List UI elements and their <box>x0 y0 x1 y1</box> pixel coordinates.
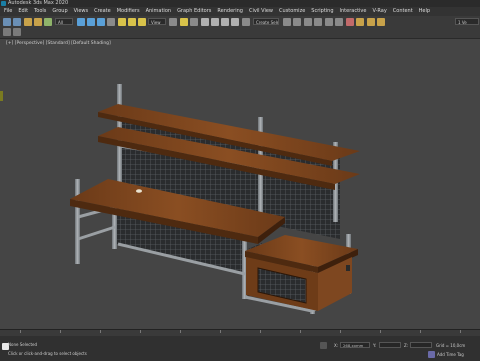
selection-filter-dropdown[interactable]: All <box>55 18 73 25</box>
edit-named-selection-icon[interactable] <box>242 18 250 26</box>
schematic-view-icon[interactable] <box>335 18 343 26</box>
scale-icon[interactable] <box>138 18 146 26</box>
select-by-name-icon[interactable] <box>87 18 95 26</box>
timeline-track[interactable] <box>0 330 480 336</box>
bind-space-warp-icon[interactable] <box>44 18 52 26</box>
menu-edit[interactable]: Edit <box>18 7 28 16</box>
unlink-icon[interactable] <box>34 18 42 26</box>
menu-animation[interactable]: Animation <box>146 7 172 16</box>
x-coordinate-field[interactable]: 268,xxmm <box>340 342 370 348</box>
rotate-icon[interactable] <box>128 18 136 26</box>
spinner-snap-icon[interactable] <box>231 18 239 26</box>
keyboard-shortcut-override-icon[interactable] <box>190 18 198 26</box>
grid-size: Grid = 10,0cm <box>436 343 466 348</box>
front-left-leg <box>75 179 80 264</box>
move-icon[interactable] <box>118 18 126 26</box>
perspective-viewport[interactable]: [+] [Perspective] [Standard] [Default Sh… <box>0 39 480 329</box>
menu-group[interactable]: Group <box>52 7 67 16</box>
render-setup-icon[interactable] <box>356 18 364 26</box>
layer-explorer-icon[interactable] <box>304 18 312 26</box>
material-editor-icon[interactable] <box>346 18 354 26</box>
pivot-point-icon[interactable] <box>169 18 177 26</box>
toolbar-row2-icon-2[interactable] <box>13 28 21 36</box>
undo-icon[interactable] <box>3 18 11 26</box>
toolbar-row2-icon-1[interactable] <box>3 28 11 36</box>
y-coordinate-field[interactable] <box>379 342 401 348</box>
menu-create[interactable]: Create <box>94 7 111 16</box>
title-bar: Autodesk 3ds Max 2020 <box>0 0 480 7</box>
left-side-lower-rail <box>77 225 116 241</box>
menu-civil-view[interactable]: Civil View <box>249 7 273 16</box>
mirror-icon[interactable] <box>283 18 291 26</box>
percent-snap-icon[interactable] <box>221 18 229 26</box>
desk-small-object <box>136 189 142 193</box>
cabinet-side-fixture <box>346 265 350 271</box>
absolute-mode-icon[interactable] <box>320 342 327 349</box>
x-label: X: <box>334 343 339 348</box>
main-toolbar: All View Create Selection Se 1 Ve <box>0 16 480 39</box>
toggle-ribbon-icon[interactable] <box>314 18 322 26</box>
menu-modifiers[interactable]: Modifiers <box>117 7 140 16</box>
menu-bar: File Edit Tools Group Views Create Modif… <box>0 7 480 16</box>
menu-file[interactable]: File <box>4 7 12 16</box>
selection-status: None Selected <box>8 342 38 347</box>
menu-vray[interactable]: V-Ray <box>372 7 386 16</box>
prompt-line: Click or click-and-drag to select object… <box>8 351 87 356</box>
render-production-icon[interactable] <box>377 18 385 26</box>
menu-interactive[interactable]: Interactive <box>340 7 367 16</box>
menu-rendering[interactable]: Rendering <box>217 7 243 16</box>
y-label: Y: <box>373 343 377 348</box>
time-tag-icon[interactable] <box>428 351 435 358</box>
status-bar: None Selected Click or click-and-drag to… <box>0 329 480 361</box>
rectangular-selection-icon[interactable] <box>97 18 105 26</box>
menu-content[interactable]: Content <box>393 7 413 16</box>
z-coordinate-field[interactable] <box>410 342 432 348</box>
z-label: Z: <box>404 343 409 348</box>
window-title: Autodesk 3ds Max 2020 <box>8 0 69 6</box>
add-time-tag-button[interactable]: Add Time Tag <box>437 352 464 357</box>
menu-views[interactable]: Views <box>74 7 88 16</box>
redo-icon[interactable] <box>13 18 21 26</box>
menu-tools[interactable]: Tools <box>34 7 46 16</box>
menu-customize[interactable]: Customize <box>279 7 305 16</box>
menu-graph-editors[interactable]: Graph Editors <box>177 7 211 16</box>
snaps-toggle-icon[interactable] <box>201 18 209 26</box>
reference-coordinate-dropdown[interactable]: View <box>148 18 166 25</box>
curve-editor-icon[interactable] <box>325 18 333 26</box>
menu-help[interactable]: Help <box>419 7 430 16</box>
link-icon[interactable] <box>24 18 32 26</box>
app-logo-icon <box>1 1 6 6</box>
select-manipulate-icon[interactable] <box>180 18 188 26</box>
select-object-icon[interactable] <box>77 18 85 26</box>
menu-scripting[interactable]: Scripting <box>311 7 333 16</box>
angle-snap-icon[interactable] <box>211 18 219 26</box>
desk-model[interactable] <box>0 39 480 329</box>
named-selection-set-dropdown[interactable]: Create Selection Se <box>253 18 279 25</box>
window-crossing-icon[interactable] <box>107 18 115 26</box>
align-icon[interactable] <box>293 18 301 26</box>
rendered-frame-window-icon[interactable] <box>367 18 375 26</box>
workspace-dropdown[interactable]: 1 Ve <box>455 18 479 25</box>
